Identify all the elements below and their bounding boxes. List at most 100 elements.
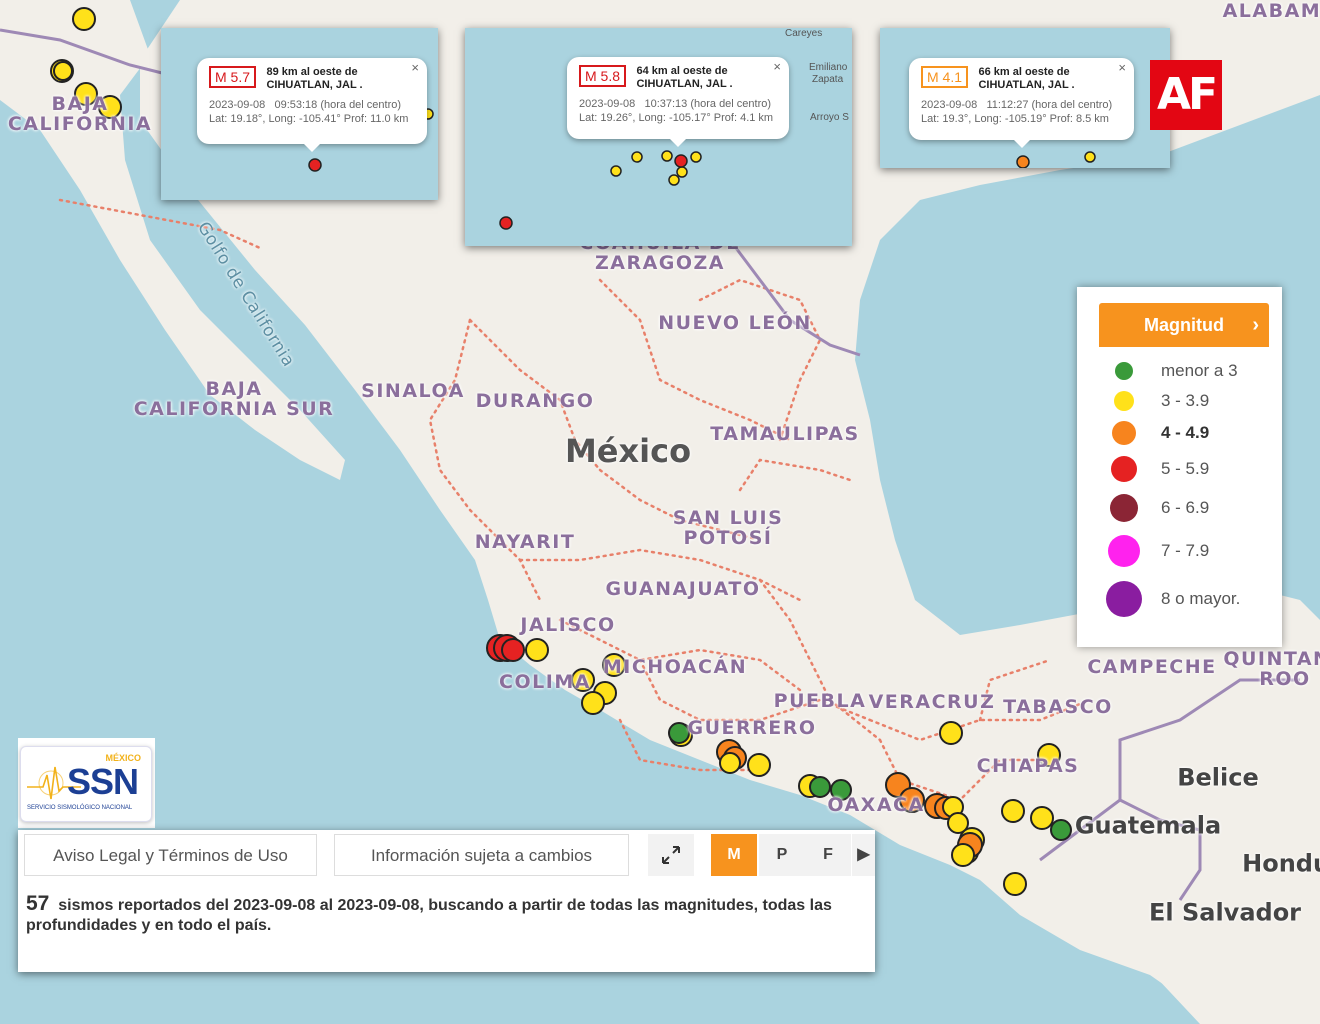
ssn-acronym: SSN xyxy=(67,761,139,802)
state-label-michoacan: MICHOACÁN xyxy=(602,656,748,679)
state-label-oaxaca: OAXACA xyxy=(827,794,925,817)
datetime-text: 2023-09-08 09:53:18 (hora del centro) xyxy=(209,99,402,111)
popup-frame-3: × M 4.1 66 km al oeste de CIHUATLAN, JAL … xyxy=(880,28,1170,168)
chevron-right-icon[interactable]: › xyxy=(1252,303,1259,347)
country-label-belice: Belice xyxy=(1177,763,1259,792)
epicenter-marker[interactable] xyxy=(1001,799,1025,823)
close-icon[interactable]: × xyxy=(773,59,781,74)
summary-text: 57 sismos reportados del 2023-09-08 al 2… xyxy=(26,892,861,936)
state-label-quintana-roo: QUINTANAROO xyxy=(1223,648,1320,690)
magnitude-badge: M 4.1 xyxy=(921,66,969,88)
earthquake-popup: × M 5.8 64 km al oeste de CIHUATLAN, JAL … xyxy=(567,57,789,147)
legend-label: 8 o mayor. xyxy=(1161,589,1241,608)
close-icon[interactable]: × xyxy=(411,60,419,75)
epicenter-marker[interactable] xyxy=(661,150,673,162)
magnitude-badge: M 5.7 xyxy=(209,66,257,88)
epicenter-marker[interactable] xyxy=(690,151,702,163)
datetime-text: 2023-09-08 11:12:27 (hora del centro) xyxy=(921,99,1113,111)
datetime-text: 2023-09-08 10:37:13 (hora del centro) xyxy=(579,98,772,110)
depth-tool-button[interactable]: P xyxy=(759,834,805,876)
play-icon[interactable]: ▶ xyxy=(852,834,875,876)
legend-label: 7 - 7.9 xyxy=(1161,541,1210,560)
state-label-jalisco: JALISCO xyxy=(520,614,616,637)
epicenter-marker[interactable] xyxy=(747,753,771,777)
legend-title: Magnitud xyxy=(1144,315,1224,335)
country-label-el-salvador: El Salvador xyxy=(1148,898,1302,927)
legend-dot xyxy=(1110,494,1138,522)
epicenter-marker[interactable] xyxy=(501,638,525,662)
epicenter-marker[interactable] xyxy=(610,165,622,177)
state-label-nayarit: NAYARIT xyxy=(474,531,576,554)
epicenter-marker[interactable] xyxy=(1003,872,1027,896)
place-text: 89 km al oeste de CIHUATLAN, JAL . xyxy=(266,66,363,91)
place-label-emiliano: Emiliano xyxy=(809,62,848,73)
epicenter-marker[interactable] xyxy=(53,61,73,81)
state-label-baja-california-sur: BAJA CALIFORNIA SUR xyxy=(133,378,335,420)
state-label-san-luis-potosi: SAN LUIS POTOSÍ xyxy=(672,507,784,549)
info-changes-button[interactable]: Información sujeta a cambios xyxy=(334,834,629,876)
legend-dot xyxy=(1106,581,1142,617)
epicenter-marker[interactable] xyxy=(668,722,690,744)
legend-header[interactable]: Magnitud › xyxy=(1099,303,1269,347)
close-icon[interactable]: × xyxy=(1118,60,1126,75)
state-label-nuevo-leon: NUEVO LEÓN xyxy=(658,312,812,335)
legend-label: 6 - 6.9 xyxy=(1161,498,1210,517)
legend-dot xyxy=(1112,421,1136,445)
epicenter-marker[interactable] xyxy=(1030,806,1054,830)
epicenter-marker[interactable] xyxy=(308,158,322,172)
epicenter-marker[interactable] xyxy=(581,691,605,715)
epicenter-marker[interactable] xyxy=(1016,155,1030,168)
epicenter-marker[interactable] xyxy=(668,174,680,186)
legal-terms-button[interactable]: Aviso Legal y Términos de Uso xyxy=(24,834,317,876)
date-tool-button[interactable]: F xyxy=(805,834,851,876)
state-label-durango: DURANGO xyxy=(475,390,595,413)
epicenter-marker[interactable] xyxy=(525,638,549,662)
epicenter-marker[interactable] xyxy=(939,721,963,745)
state-label-guerrero: GUERRERO xyxy=(687,717,817,740)
earthquake-popup: × M 5.7 89 km al oeste de CIHUATLAN, JAL … xyxy=(197,58,427,152)
legend-label: 4 - 4.9 xyxy=(1161,423,1210,442)
epicenter-marker[interactable] xyxy=(1050,819,1072,841)
state-label-veracruz: VERACRUZ xyxy=(868,691,996,714)
legend-item: 8 o mayor. xyxy=(1099,581,1269,629)
epicenter-marker[interactable] xyxy=(719,752,741,774)
place-text: 66 km al oeste de CIHUATLAN, JAL . xyxy=(978,66,1075,91)
state-label-baja-california: BAJA CALIFORNIA xyxy=(7,93,153,135)
state-label-alabama: ALABAMA xyxy=(1222,0,1320,23)
info-panel: Aviso Legal y Términos de Uso Informació… xyxy=(18,830,875,972)
epicenter-marker[interactable] xyxy=(951,843,975,867)
popup-frame-1: × M 5.7 89 km al oeste de CIHUATLAN, JAL … xyxy=(161,28,438,200)
epicenter-marker[interactable] xyxy=(674,154,688,168)
state-label-tabasco: TABASCO xyxy=(1003,696,1113,719)
legend-item: 7 - 7.9 xyxy=(1099,535,1269,581)
summary-description: sismos reportados del 2023-09-08 al 2023… xyxy=(26,897,832,934)
coords-text: Lat: 19.3°, Long: -105.19° Prof: 8.5 km xyxy=(921,113,1109,125)
legend-dot xyxy=(1115,362,1133,380)
popup-frame-2: Careyes Emiliano Zapata Arroyo S × M 5.8… xyxy=(465,28,852,246)
magnitude-tool-button[interactable]: M xyxy=(711,834,757,876)
legend-label: 5 - 5.9 xyxy=(1161,459,1210,478)
legend-label: menor a 3 xyxy=(1161,361,1238,380)
legend-item: 6 - 6.9 xyxy=(1099,494,1269,538)
state-label-puebla: PUEBLA xyxy=(773,690,867,713)
legend-label: 3 - 3.9 xyxy=(1161,391,1210,410)
ssn-logo: MÉXICO SSN SERVICIO SISMOLÓGICO NACIONAL xyxy=(20,746,152,822)
expand-icon[interactable] xyxy=(648,834,694,876)
epicenter-marker[interactable] xyxy=(499,216,513,230)
epicenter-marker[interactable] xyxy=(631,151,643,163)
state-label-chiapas: CHIAPAS xyxy=(976,755,1080,778)
magnitude-legend: Magnitud › menor a 3 3 - 3.9 4 - 4.9 5 -… xyxy=(1077,287,1282,647)
summary-count: 57 xyxy=(26,892,50,915)
state-label-guanajuato: GUANAJUATO xyxy=(605,578,761,601)
af-watermark-logo: AF xyxy=(1150,60,1222,130)
place-label-arroyo: Arroyo S xyxy=(810,112,849,123)
epicenter-marker[interactable] xyxy=(1084,151,1096,163)
epicenter-marker[interactable] xyxy=(72,7,96,31)
place-label-careyes: Careyes xyxy=(785,28,822,39)
epicenter-marker[interactable] xyxy=(676,166,688,178)
magnitude-badge: M 5.8 xyxy=(579,65,627,87)
state-label-sinaloa: SINALOA xyxy=(361,380,465,403)
earthquake-popup: × M 4.1 66 km al oeste de CIHUATLAN, JAL … xyxy=(909,58,1134,148)
legend-dot xyxy=(1108,535,1140,567)
place-label-zapata: Zapata xyxy=(812,74,844,85)
